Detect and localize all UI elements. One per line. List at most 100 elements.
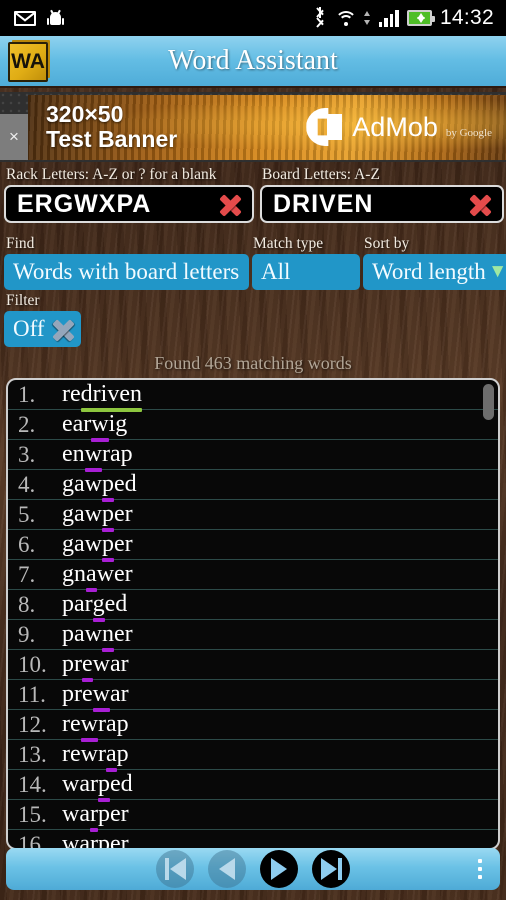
filter-button[interactable]: Off — [4, 311, 81, 347]
bottom-navigation-bar — [6, 848, 500, 890]
rack-letters-label: Rack Letters: A-Z or ? for a blank — [6, 166, 217, 183]
highlighted-letters: driven — [80, 381, 143, 412]
ad-banner[interactable]: 320×50 Test Banner AdMob by Google — [28, 94, 506, 160]
word-list-item-index: 10. — [18, 651, 47, 677]
highlighted-letters: r — [89, 801, 98, 832]
word-list-item-word: gnawer — [62, 561, 133, 592]
ad-close-button[interactable]: × — [0, 114, 28, 160]
word-list-item[interactable]: 2. earwig — [8, 410, 498, 442]
word-list-item[interactable]: 4. gawped — [8, 470, 498, 502]
word-list-item-index: 14. — [18, 771, 47, 797]
mail-icon — [14, 10, 36, 26]
word-list-item-word: rewrap — [62, 711, 129, 742]
overflow-menu-button[interactable] — [478, 859, 482, 879]
highlighted-letters: a — [86, 561, 97, 592]
word-list-item-word: gawped — [62, 471, 137, 502]
word-list-item-index: 4. — [18, 471, 36, 497]
word-list-item[interactable]: 11. prewar — [8, 680, 498, 712]
filter-label: Filter — [6, 292, 40, 309]
board-clear-icon[interactable] — [464, 189, 498, 219]
word-list-item-index: 1. — [18, 381, 36, 407]
board-letters-value: DRIVEN — [273, 189, 374, 218]
first-page-button[interactable] — [156, 850, 194, 888]
clock-time: 14:32 — [439, 6, 494, 29]
word-list-item[interactable]: 12. rewrap — [8, 710, 498, 742]
word-list-item-word: enwrap — [62, 441, 133, 472]
word-list-item-word: warped — [62, 771, 133, 802]
next-page-button[interactable] — [260, 850, 298, 888]
android-robot-icon — [47, 9, 64, 27]
match-type-dropdown[interactable]: All — [252, 254, 360, 290]
filter-clear-icon[interactable] — [47, 314, 81, 344]
find-dropdown[interactable]: Words with board letters — [4, 254, 249, 290]
word-list-item-index: 8. — [18, 591, 36, 617]
signal-bars-icon — [378, 9, 399, 27]
highlighted-letters: p — [101, 501, 114, 532]
previous-page-button[interactable] — [208, 850, 246, 888]
word-list-item-word: earwig — [62, 411, 128, 442]
highlighted-letters: w — [84, 441, 103, 472]
word-list-item[interactable]: 14. warped — [8, 770, 498, 802]
word-list-item-word: gawper — [62, 531, 133, 562]
app-root: 14:32 WA Word Assistant × 320×50 Test Ba… — [0, 0, 506, 900]
admob-logo: AdMob by Google — [306, 108, 506, 146]
find-label: Find — [6, 235, 35, 252]
ad-line-1: 320×50 — [46, 101, 124, 127]
word-list[interactable]: 1. redriven 2. earwig 3. enwrap 4. gawped 5. gawp… — [6, 378, 500, 850]
word-list-item[interactable]: 5. gawper — [8, 500, 498, 532]
word-list-item-index: 6. — [18, 531, 36, 557]
highlighted-letters: e — [82, 651, 93, 682]
status-bar: 14:32 — [0, 0, 506, 36]
word-list-item[interactable]: 3. enwrap — [8, 440, 498, 472]
word-list-item[interactable]: 9. pawner — [8, 620, 498, 652]
word-list-item-word: gawper — [62, 501, 133, 532]
highlighted-letters: w — [80, 711, 99, 742]
ad-line-2: Test Banner — [46, 126, 178, 152]
sort-by-dropdown[interactable]: Word length ▼ — [363, 254, 506, 290]
admob-mark-icon — [306, 108, 344, 146]
word-list-item[interactable]: 1. redriven — [8, 380, 498, 412]
highlighted-letters: p — [101, 531, 114, 562]
highlighted-letters: w — [91, 411, 109, 442]
status-bar-right: 14:32 — [313, 6, 506, 30]
data-transfer-arrows-icon — [363, 10, 371, 26]
filter-value: Off — [13, 316, 45, 341]
rack-clear-icon[interactable] — [214, 189, 248, 219]
sort-by-value: Word length — [372, 259, 486, 284]
word-list-item[interactable]: 16. warper — [8, 830, 498, 848]
word-list-item-word: warper — [62, 801, 129, 832]
word-list-item-index: 2. — [18, 411, 36, 437]
admob-byline: by Google — [445, 127, 492, 139]
word-list-item-index: 9. — [18, 621, 36, 647]
page-title: Word Assistant — [168, 45, 338, 76]
match-type-value: All — [261, 259, 291, 284]
word-list-item[interactable]: 7. gnawer — [8, 560, 498, 592]
word-list-item-word: parged — [62, 591, 128, 622]
word-list-item[interactable]: 10. prewar — [8, 650, 498, 682]
battery-charging-icon — [406, 10, 435, 26]
app-icon[interactable]: WA — [8, 42, 48, 82]
board-letters-input[interactable]: DRIVEN — [260, 185, 504, 223]
word-list-item-word: pawner — [62, 621, 133, 652]
word-list-item-index: 15. — [18, 801, 47, 827]
find-value: Words with board letters — [13, 259, 240, 284]
admob-wordmark: AdMob — [352, 111, 438, 142]
word-list-item-index: 12. — [18, 711, 47, 737]
highlighted-letters: p — [101, 471, 114, 502]
word-list-item[interactable]: 13. rewrap — [8, 740, 498, 772]
word-list-item-index: 3. — [18, 441, 36, 467]
bluetooth-icon — [313, 7, 327, 29]
word-list-item-word: prewar — [62, 681, 129, 712]
sort-by-label: Sort by — [364, 235, 410, 252]
board-letters-label: Board Letters: A-Z — [262, 166, 380, 183]
word-list-item[interactable]: 15. warper — [8, 800, 498, 832]
last-page-button[interactable] — [312, 850, 350, 888]
highlighted-letters: n — [101, 621, 114, 652]
highlighted-letters: a — [105, 741, 117, 772]
word-list-item[interactable]: 6. gawper — [8, 530, 498, 562]
word-list-item[interactable]: 8. parged — [8, 590, 498, 622]
word-list-item-index: 5. — [18, 501, 36, 527]
rack-letters-input[interactable]: ERGWXPA — [4, 185, 254, 223]
rack-letters-value: ERGWXPA — [17, 189, 152, 218]
list-scrollbar[interactable] — [483, 384, 494, 420]
